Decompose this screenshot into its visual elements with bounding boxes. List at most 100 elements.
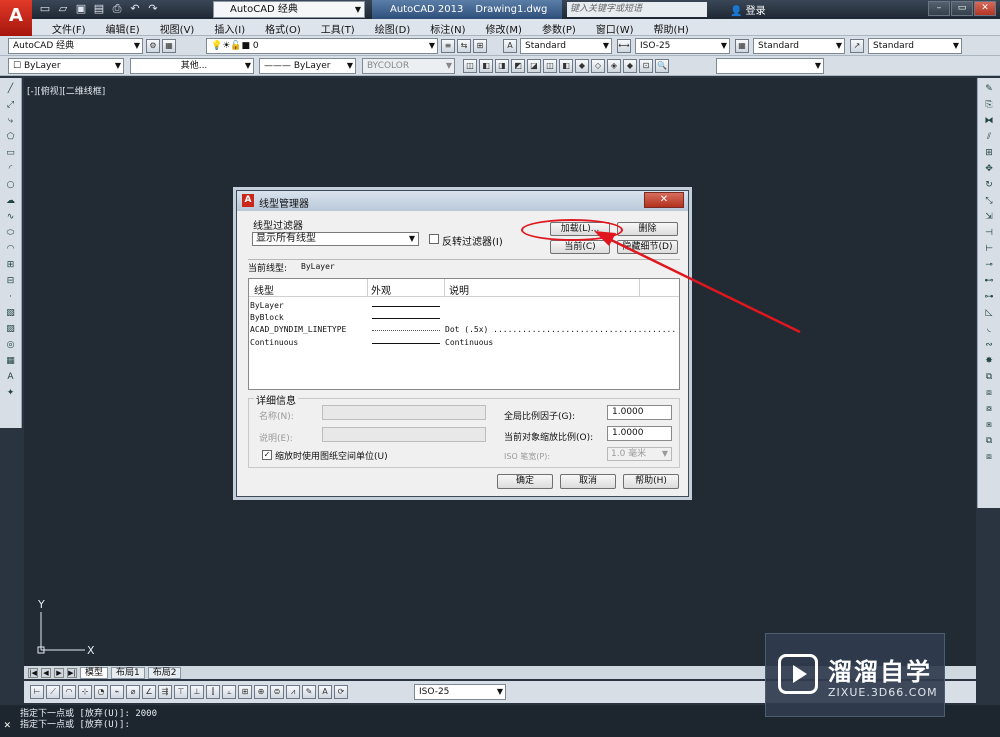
hatch-icon[interactable]: ▧ — [3, 306, 19, 320]
paper-space-units-checkbox[interactable]: ✓ — [262, 450, 272, 460]
filter-select[interactable]: 显示所有线型 ▼ — [252, 232, 419, 246]
gear-icon[interactable]: ⚙ — [146, 39, 160, 53]
prev-tab-icon[interactable]: ◀ — [41, 667, 51, 678]
object-scale-input[interactable]: 1.0000 — [607, 426, 672, 441]
menu-parametric[interactable]: 参数(P) — [532, 19, 586, 36]
ordinate-dim-icon[interactable]: ⊹ — [78, 685, 92, 699]
chamfer-icon[interactable]: ◺ — [981, 306, 997, 320]
mirror-icon[interactable]: ⧓ — [981, 114, 997, 128]
tab-layout2[interactable]: 布局2 — [147, 666, 182, 679]
rectangle-icon[interactable]: ▭ — [3, 146, 19, 160]
menu-dimension[interactable]: 标注(N) — [420, 19, 475, 36]
layer-combo[interactable]: 💡☀🔓■ 0 ▼ — [206, 38, 438, 54]
stretch-icon[interactable]: ⇲ — [981, 210, 997, 224]
draworder-below-icon[interactable]: ⧆ — [981, 418, 997, 432]
cube-top-icon[interactable]: ◧ — [479, 59, 493, 73]
text-front-icon[interactable]: ⧉ — [981, 434, 997, 448]
open-icon[interactable]: ▱ — [56, 2, 70, 16]
angular-dim-icon[interactable]: ∠ — [142, 685, 156, 699]
redo-icon[interactable]: ↷ — [146, 2, 160, 16]
delete-button[interactable]: 删除 — [617, 222, 678, 236]
array-icon[interactable]: ⊞ — [981, 146, 997, 160]
table-style-combo[interactable]: Standard ▼ — [753, 38, 845, 54]
iso-se-icon[interactable]: ◇ — [591, 59, 605, 73]
linetype-combo[interactable]: 其他... ▼ — [130, 58, 254, 74]
radius-dim-icon[interactable]: ◔ — [94, 685, 108, 699]
menu-view[interactable]: 视图(V) — [150, 19, 205, 36]
dimension-style-combo[interactable]: ISO-25 ▼ — [414, 684, 506, 700]
viewport-label[interactable]: [-][俯视][二维线框] — [27, 84, 105, 97]
cube-back-icon[interactable]: ◫ — [543, 59, 557, 73]
cube-front-icon[interactable]: ◨ — [495, 59, 509, 73]
point-icon[interactable]: · — [3, 290, 19, 304]
camera-icon[interactable]: ◫ — [463, 59, 477, 73]
menu-file[interactable]: 文件(F) — [42, 19, 96, 36]
search-input[interactable]: 键入关键字或短语 — [567, 2, 707, 17]
last-tab-icon[interactable]: ▶| — [67, 667, 77, 678]
add-selected-icon[interactable]: ✦ — [3, 386, 19, 400]
column-linetype[interactable]: 线型 — [254, 282, 274, 297]
hatch-back-icon[interactable]: ⧈ — [981, 450, 997, 464]
cube-left-icon[interactable]: ◩ — [511, 59, 525, 73]
cube-bottom-icon[interactable]: ◧ — [559, 59, 573, 73]
diameter-dim-icon[interactable]: ⌀ — [126, 685, 140, 699]
login-link[interactable]: 👤 登录 — [730, 2, 766, 17]
dialog-title-bar[interactable]: A 线型管理器 ✕ — [237, 191, 688, 211]
table-row[interactable]: ByLayer — [249, 300, 679, 312]
dim-text-edit-icon[interactable]: A — [318, 685, 332, 699]
make-block-icon[interactable]: ⊟ — [3, 274, 19, 288]
trim-icon[interactable]: ⊣ — [981, 226, 997, 240]
ellipse-icon[interactable]: ⬭ — [3, 226, 19, 240]
workspace-combo[interactable]: AutoCAD 经典 ▼ — [213, 1, 365, 18]
space-dim-icon[interactable]: ⫿ — [206, 685, 220, 699]
break-dim-icon[interactable]: ⫠ — [222, 685, 236, 699]
hide-details-button[interactable]: 隐藏细节(D) — [617, 240, 678, 254]
first-tab-icon[interactable]: |◀ — [28, 667, 38, 678]
blend-icon[interactable]: ∾ — [981, 338, 997, 352]
jogged-dim-icon[interactable]: ⌁ — [110, 685, 124, 699]
break-at-point-icon[interactable]: ⊸ — [981, 258, 997, 272]
zoom-icon[interactable]: 🔍 — [655, 59, 669, 73]
menu-window[interactable]: 窗口(W) — [586, 19, 644, 36]
erase-icon[interactable]: ✎ — [981, 82, 997, 96]
draworder-back-icon[interactable]: ⧈ — [981, 386, 997, 400]
mleader-style-combo[interactable]: Standard ▼ — [868, 38, 962, 54]
workspace-toolbar-combo[interactable]: AutoCAD 经典 ▼ — [8, 38, 143, 54]
extend-icon[interactable]: ⊢ — [981, 242, 997, 256]
mtext-icon[interactable]: A — [3, 370, 19, 384]
layer-match-icon[interactable]: ⊞ — [473, 39, 487, 53]
spline-icon[interactable]: ∿ — [3, 210, 19, 224]
current-button[interactable]: 当前(C) — [550, 240, 610, 254]
layer-properties-icon[interactable]: ▦ — [162, 39, 176, 53]
jogged-linear-icon[interactable]: ⩘ — [286, 685, 300, 699]
menu-modify[interactable]: 修改(M) — [476, 19, 532, 36]
polygon-icon[interactable]: ⬠ — [3, 130, 19, 144]
region-icon[interactable]: ◎ — [3, 338, 19, 352]
dim-style-icon[interactable]: ⟷ — [617, 39, 631, 53]
iso-nw-icon[interactable]: ◆ — [623, 59, 637, 73]
scale-icon[interactable]: ⤡ — [981, 194, 997, 208]
menu-edit[interactable]: 编辑(E) — [96, 19, 150, 36]
text-style-combo[interactable]: Standard ▼ — [520, 38, 612, 54]
arc-length-icon[interactable]: ◠ — [62, 685, 76, 699]
inspect-icon[interactable]: ⊜ — [270, 685, 284, 699]
ucs-icon[interactable]: ⊡ — [639, 59, 653, 73]
save-as-icon[interactable]: ▤ — [92, 2, 106, 16]
offset-icon[interactable]: ⫽ — [981, 130, 997, 144]
cube-right-icon[interactable]: ◪ — [527, 59, 541, 73]
minimize-button[interactable]: – — [928, 1, 950, 16]
revision-cloud-icon[interactable]: ☁ — [3, 194, 19, 208]
invert-filter-checkbox[interactable] — [429, 234, 439, 244]
ellipse-arc-icon[interactable]: ◠ — [3, 242, 19, 256]
menu-format[interactable]: 格式(O) — [255, 19, 311, 36]
dim-edit-icon[interactable]: ✎ — [302, 685, 316, 699]
line-icon[interactable]: ╱ — [3, 82, 19, 96]
next-tab-icon[interactable]: ▶ — [54, 667, 64, 678]
autocad-logo-button[interactable]: A — [0, 0, 32, 36]
layer-previous-icon[interactable]: ⇆ — [457, 39, 471, 53]
color-combo[interactable]: ☐ ByLayer ▼ — [8, 58, 124, 74]
quick-dim-icon[interactable]: ⇶ — [158, 685, 172, 699]
table-row[interactable]: ByBlock — [249, 312, 679, 324]
table-icon[interactable]: ▦ — [3, 354, 19, 368]
insert-block-icon[interactable]: ⊞ — [3, 258, 19, 272]
